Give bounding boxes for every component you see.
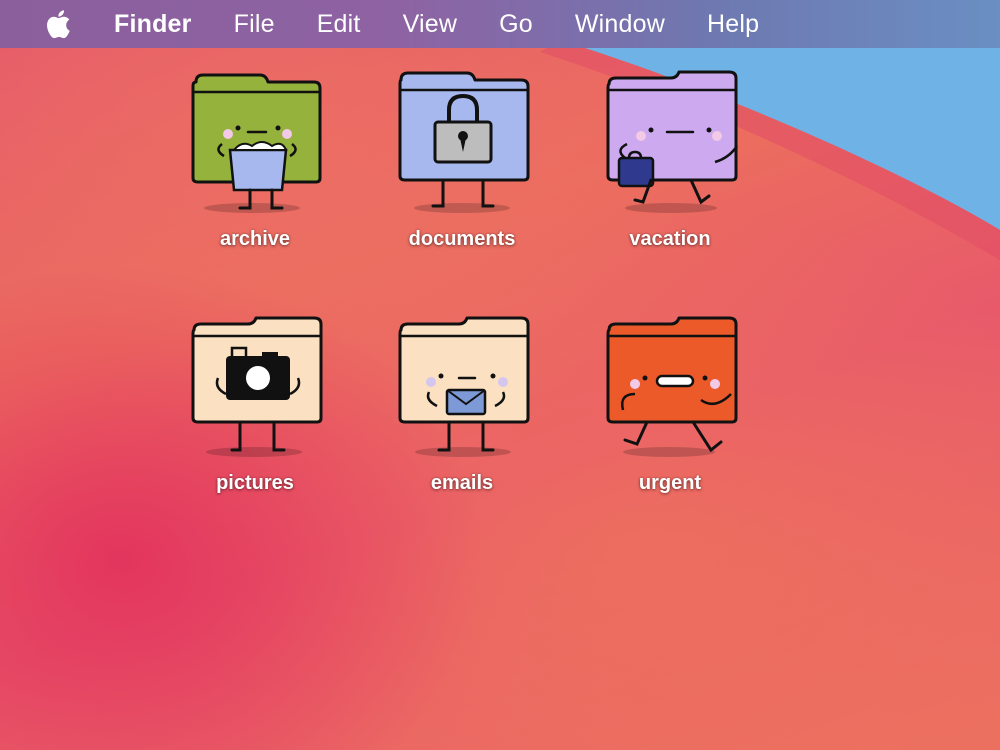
folder-vacation[interactable]: vacation [585, 70, 755, 270]
folder-pictures[interactable]: pictures [170, 314, 340, 514]
apple-logo-icon[interactable] [42, 7, 72, 41]
folder-documents[interactable]: documents [377, 70, 547, 270]
menu-file[interactable]: File [234, 0, 275, 48]
folder-label: pictures [216, 472, 294, 494]
vacation-folder-icon [606, 70, 739, 213]
emails-folder-icon [398, 316, 530, 457]
menu-help[interactable]: Help [707, 0, 759, 48]
folder-label: vacation [629, 228, 711, 250]
folder-label: urgent [638, 472, 702, 494]
archive-folder-icon [191, 73, 322, 213]
desktop-icons: archive documents vacation pictures emai… [0, 0, 1000, 750]
folder-label: archive [219, 228, 291, 250]
menu-go[interactable]: Go [499, 0, 533, 48]
menu-bar: Finder File Edit View Go Window Help [0, 0, 1000, 48]
menu-window[interactable]: Window [575, 0, 665, 48]
menu-view[interactable]: View [403, 0, 458, 48]
menu-finder[interactable]: Finder [114, 0, 192, 48]
documents-folder-icon [398, 71, 530, 213]
desktop[interactable]: Finder File Edit View Go Window Help arc… [0, 0, 1000, 750]
folder-label: documents [408, 228, 516, 250]
menu-edit[interactable]: Edit [317, 0, 361, 48]
folder-emails[interactable]: emails [377, 314, 547, 514]
urgent-folder-icon [606, 316, 738, 457]
folder-archive[interactable]: archive [170, 70, 340, 270]
folder-label: emails [430, 472, 494, 494]
folder-urgent[interactable]: urgent [585, 314, 755, 514]
pictures-folder-icon [191, 316, 323, 457]
